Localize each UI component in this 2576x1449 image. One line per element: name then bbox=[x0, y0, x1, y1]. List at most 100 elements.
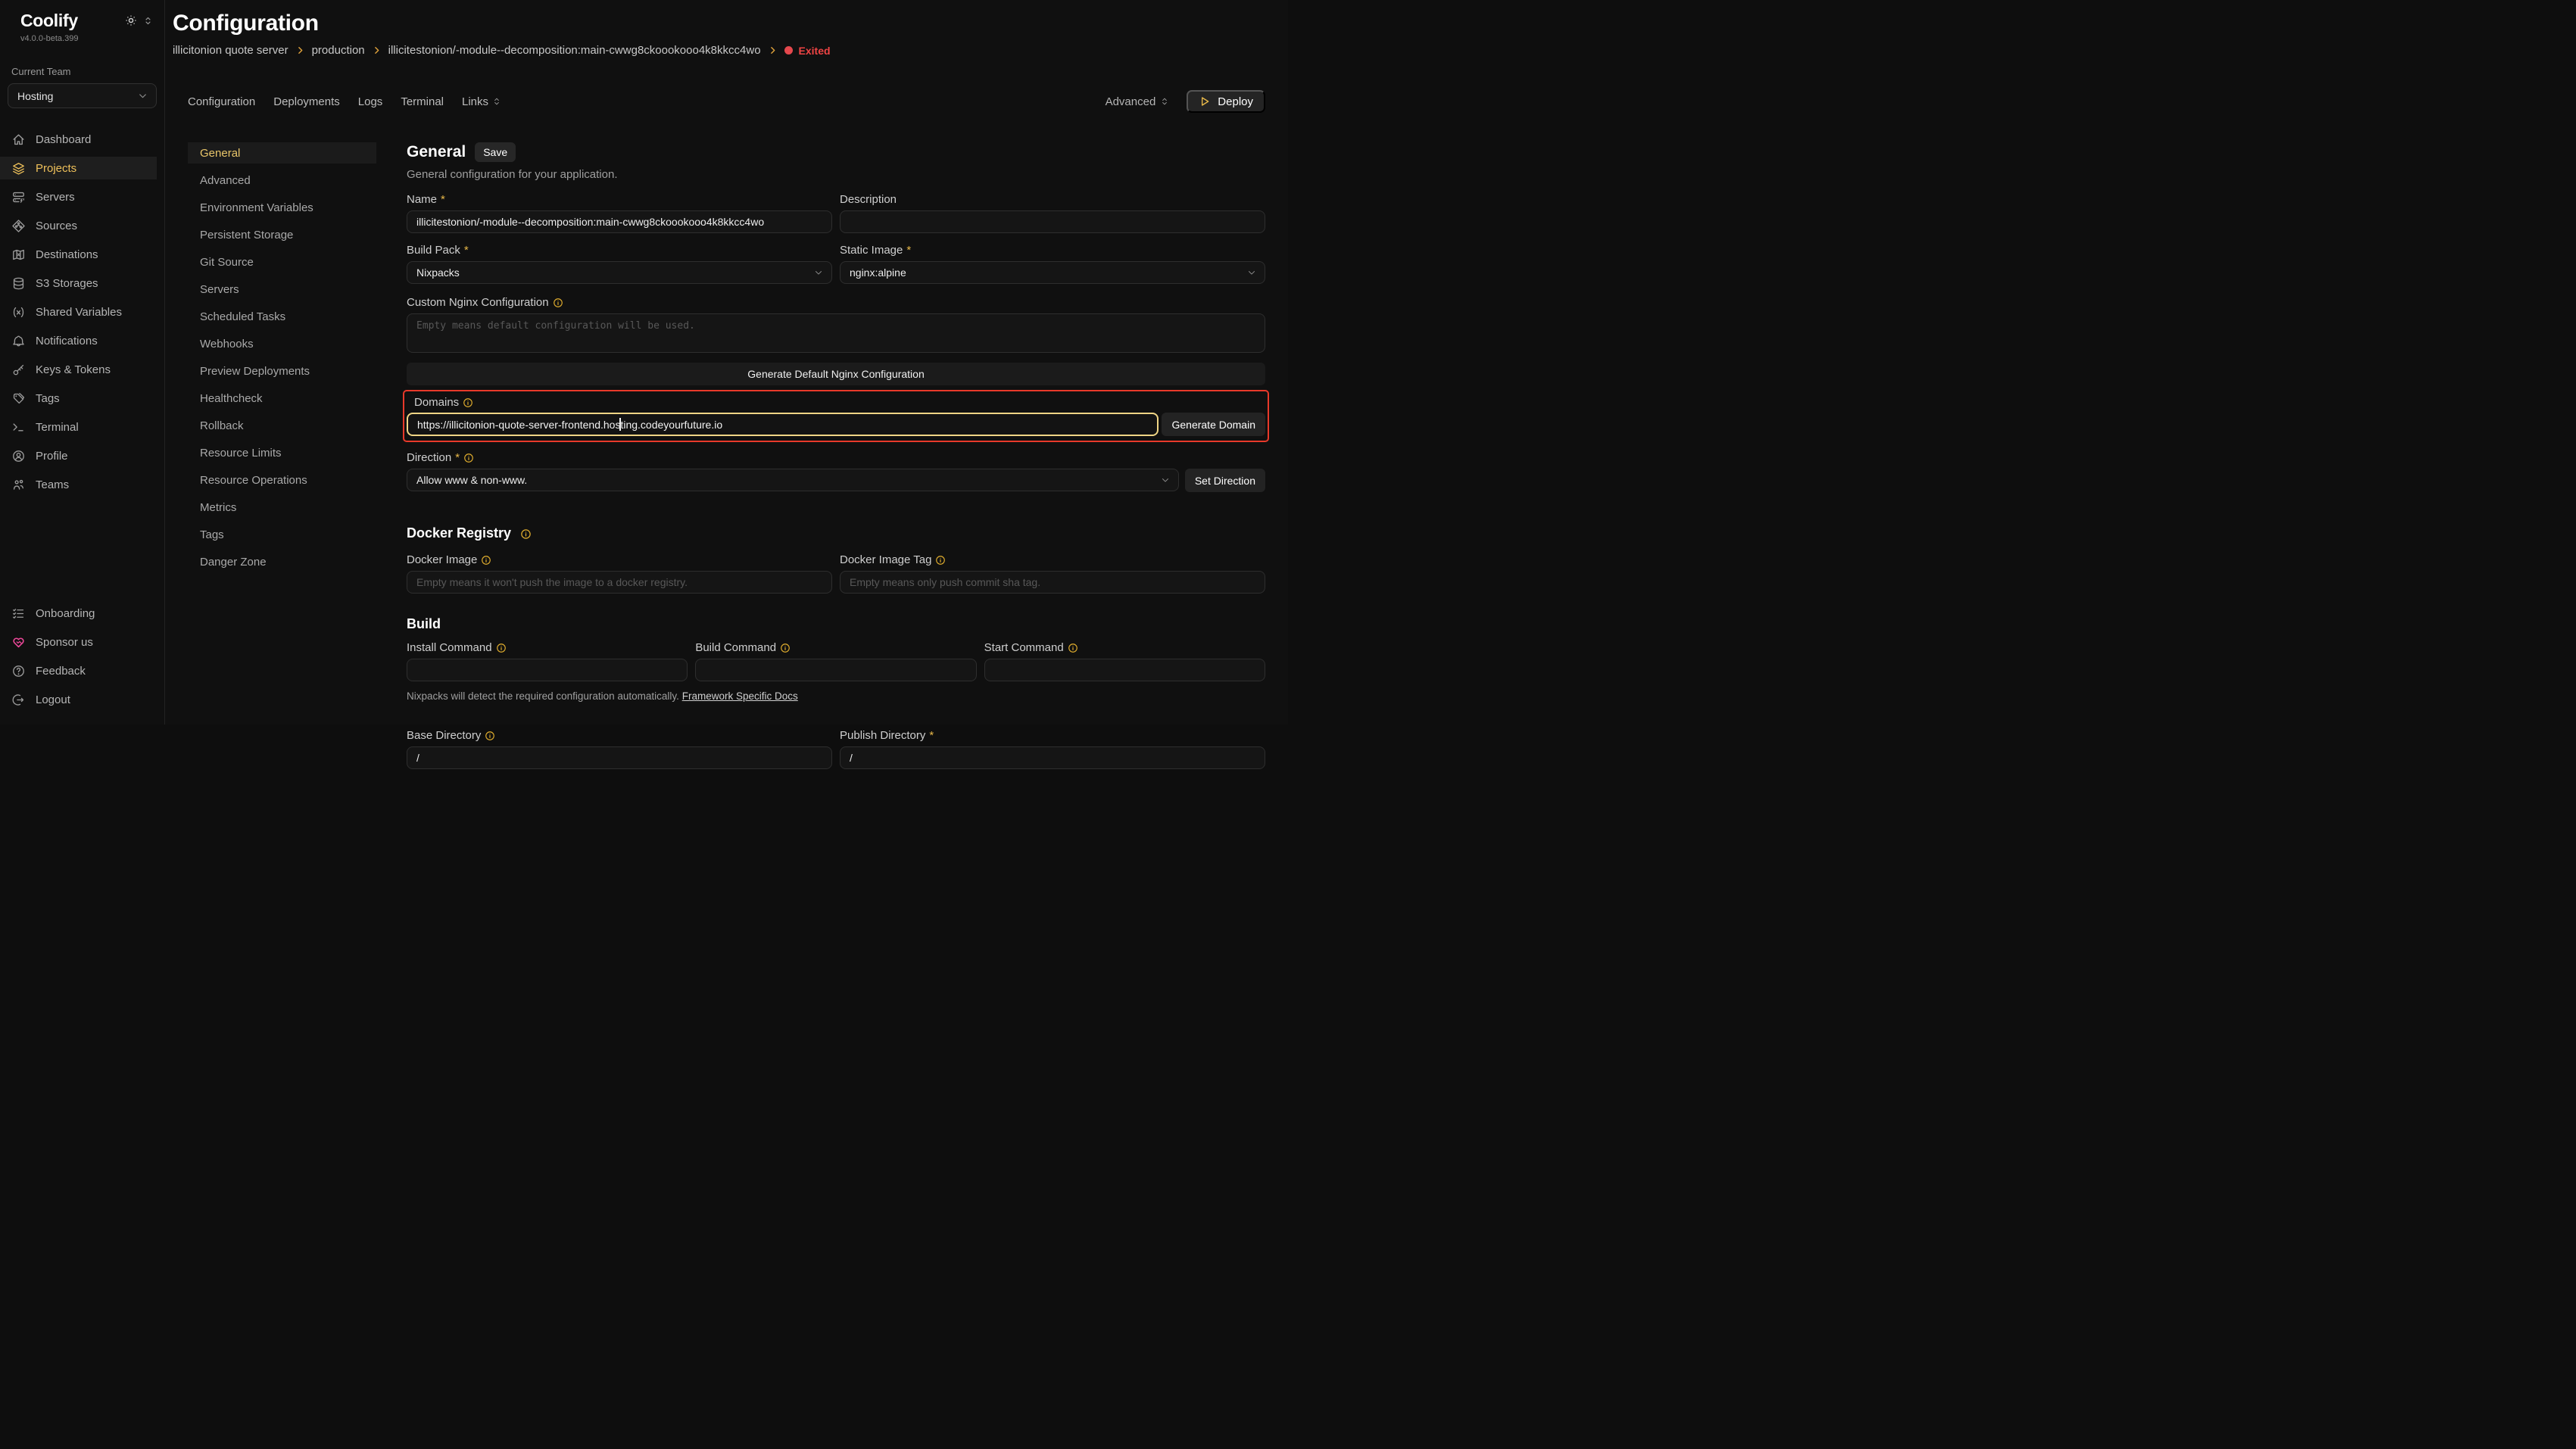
info-icon[interactable] bbox=[463, 397, 473, 408]
subnav-item-tags[interactable]: Tags bbox=[188, 524, 376, 545]
sidebar-item-sources[interactable]: Sources bbox=[0, 214, 164, 237]
tab-deployments[interactable]: Deployments bbox=[273, 95, 340, 108]
static-image-select[interactable]: nginx:alpine bbox=[840, 261, 1265, 284]
docker-image-tag-input[interactable] bbox=[840, 571, 1265, 594]
breadcrumb-project[interactable]: illicitonion quote server bbox=[173, 44, 288, 57]
info-icon[interactable] bbox=[481, 555, 491, 566]
tab-terminal[interactable]: Terminal bbox=[401, 95, 444, 108]
info-icon[interactable] bbox=[520, 528, 531, 539]
sidebar-item-sponsor-us[interactable]: Sponsor us bbox=[0, 631, 164, 653]
direction-select[interactable]: Allow www & non-www. bbox=[407, 469, 1179, 491]
subnav-item-resource-limits[interactable]: Resource Limits bbox=[188, 442, 376, 463]
tab-links[interactable]: Links bbox=[462, 95, 502, 108]
subnav-item-metrics[interactable]: Metrics bbox=[188, 497, 376, 518]
sidebar-item-label: Feedback bbox=[36, 665, 86, 678]
info-icon[interactable] bbox=[496, 643, 507, 653]
sidebar-item-teams[interactable]: Teams bbox=[0, 473, 164, 496]
name-label: Name* bbox=[407, 193, 832, 206]
subnav-item-preview-deployments[interactable]: Preview Deployments bbox=[188, 360, 376, 382]
sidebar-item-profile[interactable]: Profile bbox=[0, 444, 164, 467]
sidebar-item-feedback[interactable]: Feedback bbox=[0, 659, 164, 682]
subnav-item-danger-zone[interactable]: Danger Zone bbox=[188, 551, 376, 572]
subnav-item-webhooks[interactable]: Webhooks bbox=[188, 333, 376, 354]
subnav-item-general[interactable]: General bbox=[188, 142, 376, 164]
subnav-item-scheduled-tasks[interactable]: Scheduled Tasks bbox=[188, 306, 376, 327]
subnav-item-healthcheck[interactable]: Healthcheck bbox=[188, 388, 376, 409]
docker-image-input[interactable] bbox=[407, 571, 832, 594]
domains-group: Domains Generate Domain bbox=[403, 390, 1269, 442]
sidebar-item-dashboard[interactable]: Dashboard bbox=[0, 128, 164, 151]
theme-sun-icon[interactable] bbox=[124, 14, 138, 27]
team-select-value: Hosting bbox=[17, 90, 53, 102]
publish-directory-input[interactable] bbox=[840, 746, 1265, 769]
settings-subnav: General Advanced Environment Variables P… bbox=[188, 142, 376, 769]
start-command-input[interactable] bbox=[984, 659, 1265, 681]
subnav-item-git-source[interactable]: Git Source bbox=[188, 251, 376, 273]
nixpacks-note: Nixpacks will detect the required config… bbox=[407, 690, 1265, 702]
subnav-item-servers[interactable]: Servers bbox=[188, 279, 376, 300]
sidebar-item-label: Servers bbox=[36, 191, 75, 204]
info-icon[interactable] bbox=[463, 453, 474, 463]
name-input[interactable] bbox=[407, 210, 832, 233]
sidebar-item-logout[interactable]: Logout bbox=[0, 688, 164, 711]
status-text: Exited bbox=[799, 45, 831, 57]
tab-configuration[interactable]: Configuration bbox=[188, 95, 255, 108]
tab-logs[interactable]: Logs bbox=[358, 95, 383, 108]
build-command-input[interactable] bbox=[695, 659, 976, 681]
static-image-label: Static Image* bbox=[840, 244, 1265, 257]
sidebar-item-projects[interactable]: Projects bbox=[0, 157, 157, 179]
sidebar-item-onboarding[interactable]: Onboarding bbox=[0, 602, 164, 625]
generate-nginx-button[interactable]: Generate Default Nginx Configuration bbox=[407, 363, 1265, 385]
breadcrumb-environment[interactable]: production bbox=[312, 44, 365, 57]
theme-selector-icon[interactable] bbox=[142, 15, 154, 26]
terminal-icon bbox=[11, 420, 26, 435]
build-pack-select[interactable]: Nixpacks bbox=[407, 261, 832, 284]
server-icon bbox=[11, 190, 26, 204]
deploy-button[interactable]: Deploy bbox=[1187, 90, 1265, 113]
subnav-item-environment-variables[interactable]: Environment Variables bbox=[188, 197, 376, 218]
sidebar-item-destinations[interactable]: Destinations bbox=[0, 243, 164, 266]
sidebar-item-terminal[interactable]: Terminal bbox=[0, 416, 164, 438]
subnav-item-persistent-storage[interactable]: Persistent Storage bbox=[188, 224, 376, 245]
sidebar-item-notifications[interactable]: Notifications bbox=[0, 329, 164, 352]
generate-domain-button[interactable]: Generate Domain bbox=[1162, 413, 1265, 436]
breadcrumb: illicitonion quote server production ill… bbox=[173, 44, 1265, 57]
info-icon[interactable] bbox=[780, 643, 791, 653]
team-select[interactable]: Hosting bbox=[8, 83, 157, 108]
framework-docs-link[interactable]: Framework Specific Docs bbox=[682, 690, 798, 702]
sidebar-item-tags[interactable]: Tags bbox=[0, 387, 164, 410]
base-directory-input[interactable] bbox=[407, 746, 832, 769]
sidebar-item-keys-tokens[interactable]: Keys & Tokens bbox=[0, 358, 164, 381]
domains-input[interactable] bbox=[407, 413, 1159, 436]
save-button[interactable]: Save bbox=[475, 142, 516, 162]
subnav-item-resource-operations[interactable]: Resource Operations bbox=[188, 469, 376, 491]
sidebar-item-label: Dashboard bbox=[36, 133, 91, 146]
logout-icon bbox=[11, 693, 26, 707]
play-icon bbox=[1199, 95, 1211, 108]
required-marker: * bbox=[929, 729, 934, 742]
description-input[interactable] bbox=[840, 210, 1265, 233]
custom-nginx-textarea[interactable] bbox=[407, 313, 1265, 353]
advanced-menu[interactable]: Advanced bbox=[1106, 95, 1171, 108]
info-icon[interactable] bbox=[553, 298, 563, 308]
chevron-selector-icon bbox=[491, 96, 502, 107]
section-title-docker-registry: Docker Registry bbox=[407, 525, 511, 541]
domains-label: Domains bbox=[414, 396, 1265, 409]
sidebar-item-shared-variables[interactable]: Shared Variables bbox=[0, 301, 164, 323]
sidebar-item-label: Terminal bbox=[36, 421, 79, 434]
subnav-item-advanced[interactable]: Advanced bbox=[188, 170, 376, 191]
section-description: General configuration for your applicati… bbox=[407, 168, 1265, 181]
start-command-label: Start Command bbox=[984, 641, 1265, 654]
breadcrumb-chevron-icon bbox=[768, 45, 778, 55]
info-icon[interactable] bbox=[1068, 643, 1078, 653]
docker-image-label: Docker Image bbox=[407, 553, 832, 566]
info-icon[interactable] bbox=[935, 555, 946, 566]
set-direction-button[interactable]: Set Direction bbox=[1185, 469, 1265, 492]
sidebar-item-s3-storages[interactable]: S3 Storages bbox=[0, 272, 164, 294]
subnav-item-rollback[interactable]: Rollback bbox=[188, 415, 376, 436]
install-command-input[interactable] bbox=[407, 659, 688, 681]
sidebar-item-servers[interactable]: Servers bbox=[0, 185, 164, 208]
sidebar-item-label: S3 Storages bbox=[36, 277, 98, 290]
info-icon[interactable] bbox=[485, 731, 495, 741]
direction-label: Direction* bbox=[407, 451, 1265, 464]
